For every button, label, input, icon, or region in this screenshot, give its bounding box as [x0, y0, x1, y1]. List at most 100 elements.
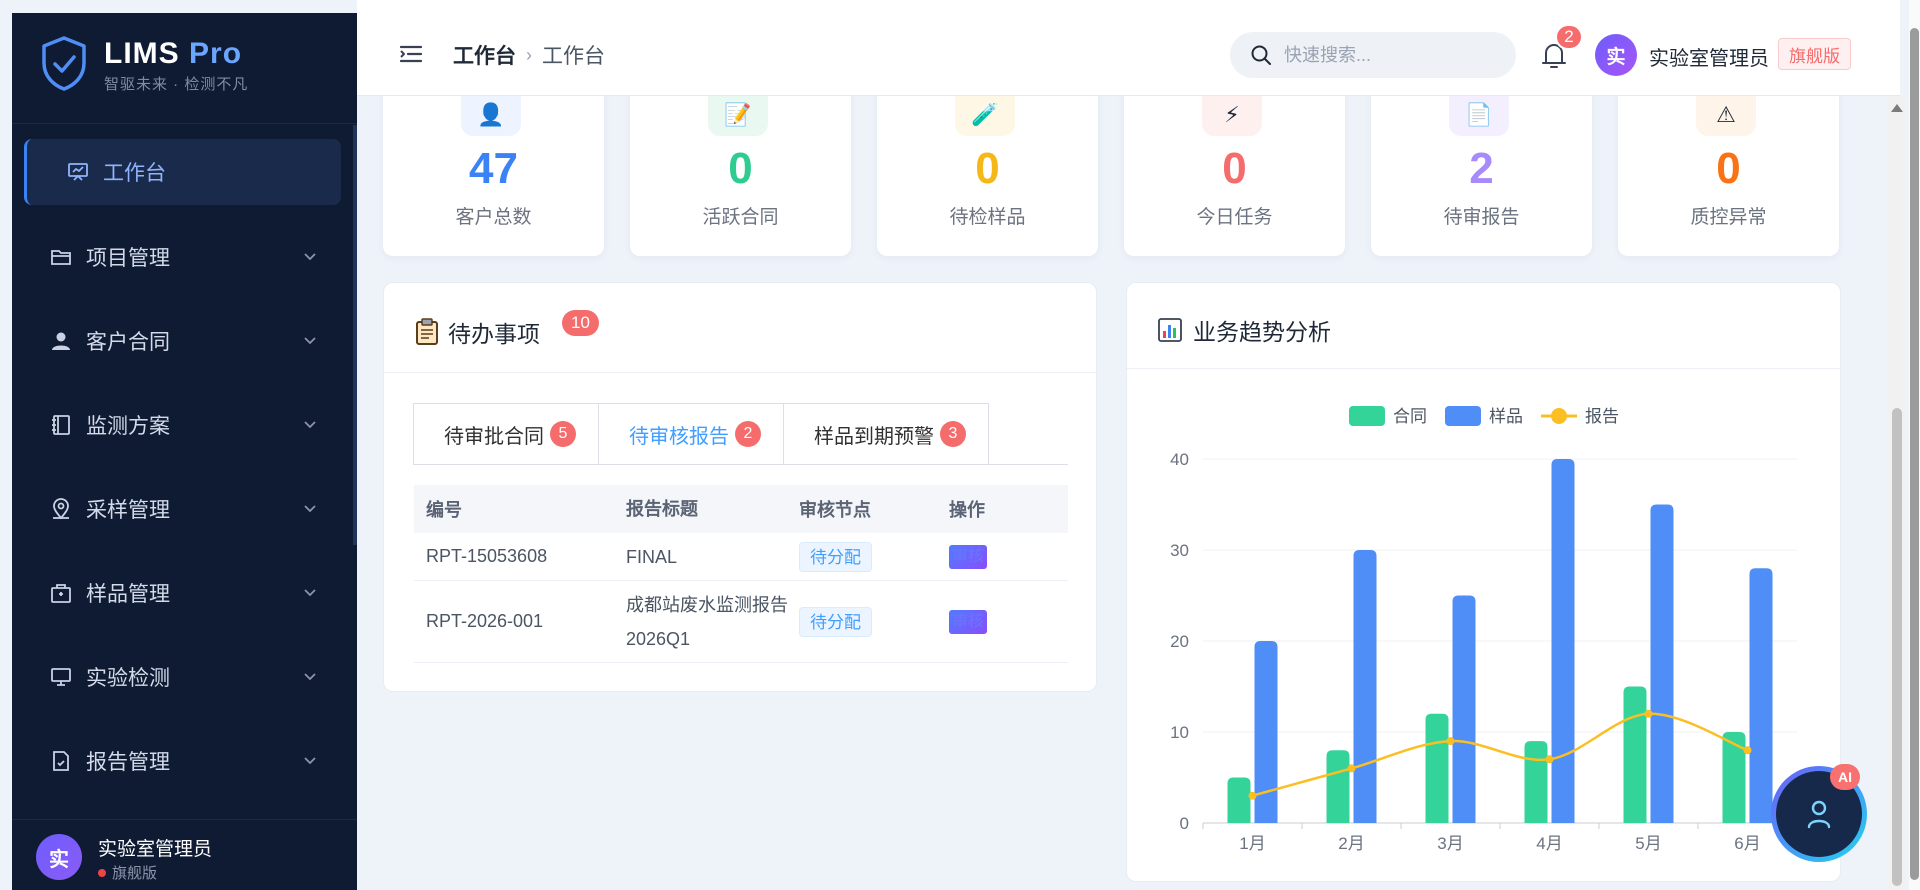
- sidebar-item-reports[interactable]: 报告管理: [12, 719, 357, 803]
- report-title: FINAL: [626, 546, 678, 567]
- window-scrollbar[interactable]: [1909, 0, 1920, 890]
- scrollbar-thumb[interactable]: [1892, 408, 1902, 886]
- brand-slogan: 智驱未来 · 检测不凡: [104, 76, 249, 93]
- column-header: 报告标题: [626, 499, 698, 519]
- y-tick-label: 10: [1170, 723, 1189, 742]
- sidebar-user[interactable]: 实 实验室管理员 旗舰版: [12, 819, 357, 890]
- stat-label: 活跃合同: [702, 207, 779, 228]
- sidebar-item-plans[interactable]: 监测方案: [12, 383, 357, 467]
- lightning-icon: ⚡: [1202, 96, 1262, 136]
- legend-label: 报告: [1585, 407, 1619, 426]
- menu-collapse-icon[interactable]: [399, 44, 423, 64]
- monitor-icon: [48, 664, 74, 690]
- x-tick-label: 3月: [1437, 834, 1463, 853]
- avatar: 实: [36, 834, 82, 880]
- stat-value: 47: [469, 144, 518, 193]
- review-button[interactable]: 审核: [949, 544, 988, 569]
- stat-card-qc[interactable]: ⚠ 0 质控异常: [1618, 70, 1839, 256]
- report-id: RPT-15053608: [426, 546, 548, 566]
- header-user-name[interactable]: 实验室管理员: [1649, 42, 1769, 71]
- legend-swatch: [1551, 408, 1567, 424]
- bar-chart-icon: [1158, 318, 1182, 342]
- sidebar: LIMS Pro 智驱未来 · 检测不凡 工作台 项目管理 客户合同 监测方案 …: [12, 13, 357, 890]
- tab-pending-reports[interactable]: 待审核报告 2: [598, 403, 784, 465]
- chevron-down-icon: [304, 421, 316, 429]
- tab-sample-expiry[interactable]: 样品到期预警 3: [783, 403, 989, 465]
- status-badge: 待分配: [799, 541, 872, 572]
- legend-swatch: [1445, 406, 1481, 426]
- bar-样品: [1353, 550, 1377, 823]
- sidebar-item-contracts[interactable]: 客户合同: [12, 299, 357, 383]
- point-报告: [1347, 764, 1356, 773]
- clipboard-icon: [416, 318, 438, 345]
- brand-title: LIMS Pro: [104, 37, 243, 70]
- sidebar-item-samples[interactable]: 样品管理: [12, 551, 357, 635]
- chevron-down-icon: [304, 673, 316, 681]
- avatar[interactable]: 实: [1595, 34, 1637, 76]
- status-dot: [98, 868, 106, 877]
- stat-value: 0: [975, 144, 1000, 193]
- dashboard-icon: [65, 159, 91, 185]
- status-badge: 待分配: [799, 606, 872, 637]
- stat-label: 待审报告: [1443, 207, 1520, 228]
- stat-card-customers[interactable]: 👤 47 客户总数: [383, 70, 604, 256]
- table-row: RPT-15053608 FINAL 待分配 审核: [414, 533, 1068, 581]
- sidebar-item-testing[interactable]: 实验检测: [12, 635, 357, 719]
- point-报告: [1248, 791, 1257, 800]
- sidebar-item-projects[interactable]: 项目管理: [12, 215, 357, 299]
- stat-label: 待检样品: [949, 207, 1026, 228]
- report-table: 编号 报告标题 审核节点 操作 RPT-15053608 FINAL 待分配 审…: [414, 485, 1068, 663]
- tab-pending-contracts[interactable]: 待审批合同 5: [413, 403, 599, 465]
- memo-icon: 📝: [708, 96, 768, 136]
- stat-value: 0: [1222, 144, 1247, 193]
- scrollbar-thumb[interactable]: [1910, 28, 1919, 880]
- column-header: 审核节点: [799, 500, 871, 520]
- sidebar-menu: 工作台 项目管理 客户合同 监测方案 采样管理 样品管理 实验检测 报告管理: [12, 131, 357, 803]
- tab-count-badge: 2: [735, 421, 761, 447]
- y-tick-label: 0: [1180, 814, 1189, 833]
- bar-合同: [1227, 777, 1251, 823]
- legend-label: 样品: [1489, 407, 1523, 426]
- bar-合同: [1425, 713, 1449, 823]
- report-id: RPT-2026-001: [426, 611, 544, 631]
- legend-swatch: [1349, 406, 1385, 426]
- stat-card-tasks[interactable]: ⚡ 0 今日任务: [1124, 70, 1345, 256]
- x-tick-label: 1月: [1239, 834, 1265, 853]
- breadcrumb-root[interactable]: 工作台: [453, 40, 516, 70]
- search-input[interactable]: [1284, 44, 1484, 66]
- report-title: 成都站废水监测报告2026Q1: [626, 594, 788, 649]
- search-box[interactable]: [1230, 32, 1516, 78]
- robot-icon: [1807, 800, 1831, 829]
- table-row: RPT-2026-001 成都站废水监测报告2026Q1 待分配 审核: [414, 581, 1068, 663]
- bar-样品: [1650, 504, 1674, 823]
- top-header: 工作台 › 工作台 2 实 实验室管理员 旗舰版: [357, 0, 1900, 96]
- sidebar-item-label: 监测方案: [86, 415, 170, 438]
- todo-title: 待办事项: [414, 315, 540, 349]
- document-icon: 📄: [1449, 96, 1509, 136]
- x-tick-label: 5月: [1635, 834, 1661, 853]
- sidebar-user-role: 旗舰版: [98, 862, 157, 883]
- stat-card-reports[interactable]: 📄 2 待审报告: [1371, 70, 1592, 256]
- review-button[interactable]: 审核: [949, 609, 988, 634]
- stat-label: 今日任务: [1196, 207, 1273, 228]
- scroll-up-arrow-icon[interactable]: [1891, 104, 1903, 112]
- bar-样品: [1452, 595, 1476, 823]
- stat-card-contracts[interactable]: 📝 0 活跃合同: [630, 70, 851, 256]
- todo-count-badge: 10: [562, 310, 599, 336]
- chevron-down-icon: [304, 337, 316, 345]
- x-tick-label: 6月: [1734, 834, 1760, 853]
- bar-合同: [1326, 750, 1350, 823]
- stat-label: 客户总数: [455, 207, 532, 228]
- y-tick-label: 40: [1170, 450, 1189, 469]
- point-报告: [1545, 755, 1554, 764]
- chevron-down-icon: [304, 253, 316, 261]
- stat-card-samples[interactable]: 🧪 0 待检样品: [877, 70, 1098, 256]
- tab-count-badge: 3: [940, 421, 966, 447]
- sidebar-item-dashboard[interactable]: 工作台: [24, 139, 341, 205]
- column-header: 编号: [426, 500, 462, 520]
- sidebar-user-name: 实验室管理员: [98, 839, 213, 860]
- sidebar-item-sampling[interactable]: 采样管理: [12, 467, 357, 551]
- edition-badge: 旗舰版: [1778, 38, 1851, 70]
- page-scrollbar[interactable]: [1888, 96, 1906, 890]
- x-tick-label: 2月: [1338, 834, 1364, 853]
